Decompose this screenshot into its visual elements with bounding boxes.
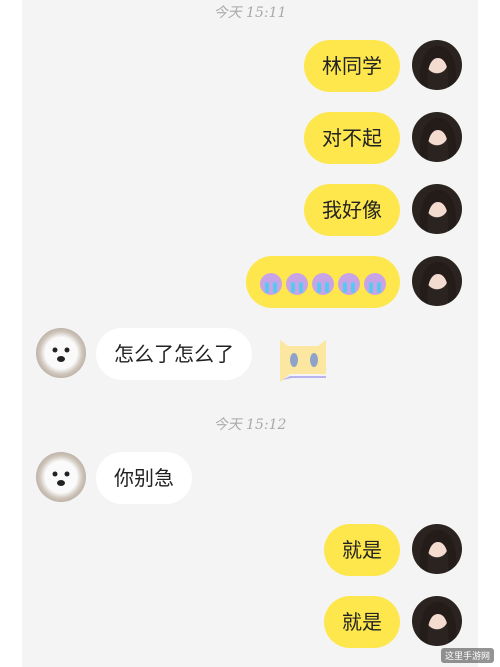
message-row bbox=[22, 256, 478, 308]
timestamp: 今天 15:11 bbox=[213, 5, 287, 21]
my-avatar[interactable] bbox=[412, 596, 462, 646]
message-row: 我好像 bbox=[22, 184, 478, 236]
avatar-image bbox=[419, 262, 457, 306]
dog-avatar-image bbox=[52, 347, 70, 362]
contact-message-bubble[interactable]: 你别急 bbox=[96, 452, 192, 504]
chat-panel: 今天 15:11 林同学 对不起 我好像 怎么了怎么了 今天 15:12 你别急… bbox=[22, 0, 478, 667]
contact-message-bubble[interactable]: 怎么了怎么了 bbox=[96, 328, 252, 380]
contact-avatar[interactable] bbox=[36, 452, 86, 502]
message-row: 就是 bbox=[22, 524, 478, 576]
emoji-group bbox=[260, 272, 386, 295]
my-avatar[interactable] bbox=[412, 40, 462, 90]
my-message-bubble[interactable]: 我好像 bbox=[304, 184, 400, 236]
message-row: 你别急 bbox=[22, 452, 478, 504]
timestamp: 今天 15:12 bbox=[213, 417, 287, 433]
watermark-logo: 这里手游网 bbox=[440, 648, 494, 663]
message-row: 怎么了怎么了 bbox=[22, 328, 478, 380]
my-avatar[interactable] bbox=[412, 184, 462, 234]
my-avatar[interactable] bbox=[412, 112, 462, 162]
contact-avatar[interactable] bbox=[36, 328, 86, 378]
crying-face-icon bbox=[286, 272, 308, 295]
my-message-bubble[interactable]: 对不起 bbox=[304, 112, 400, 164]
avatar-image bbox=[419, 530, 457, 574]
crying-face-icon bbox=[260, 272, 282, 295]
message-row: 就是 bbox=[22, 596, 478, 648]
crying-face-icon bbox=[312, 272, 334, 295]
my-message-bubble[interactable]: 就是 bbox=[324, 524, 400, 576]
crying-face-icon bbox=[338, 272, 360, 295]
avatar-image bbox=[419, 46, 457, 90]
sticker-icon[interactable] bbox=[276, 334, 330, 384]
my-avatar[interactable] bbox=[412, 256, 462, 306]
avatar-image bbox=[419, 602, 457, 646]
crying-face-icon bbox=[364, 272, 386, 295]
avatar-image bbox=[419, 190, 457, 234]
dog-avatar-image bbox=[52, 471, 70, 486]
my-message-bubble[interactable]: 就是 bbox=[324, 596, 400, 648]
my-message-bubble[interactable]: 林同学 bbox=[304, 40, 400, 92]
avatar-image bbox=[419, 118, 457, 162]
my-message-bubble[interactable] bbox=[246, 256, 400, 308]
my-avatar[interactable] bbox=[412, 524, 462, 574]
message-row: 林同学 bbox=[22, 40, 478, 92]
message-row: 对不起 bbox=[22, 112, 478, 164]
